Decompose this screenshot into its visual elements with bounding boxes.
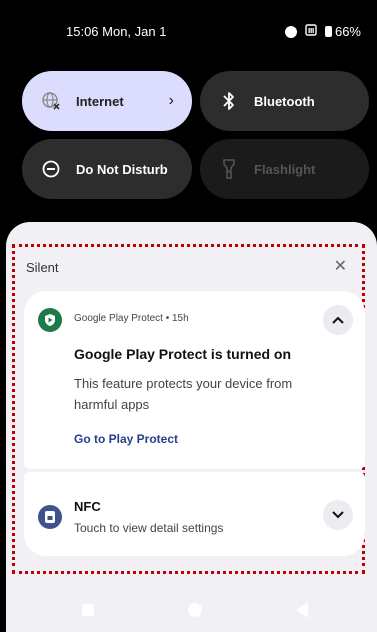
battery-indicator: 66% bbox=[324, 24, 361, 39]
play-protect-icon bbox=[38, 308, 62, 332]
minus-circle-icon bbox=[40, 160, 62, 178]
nfc-body: Touch to view detail settings bbox=[74, 521, 224, 535]
tile-flashlight[interactable]: Flashlight bbox=[200, 139, 369, 199]
notification-app-line: Google Play Protect • 15h bbox=[74, 313, 189, 324]
globe-x-icon bbox=[40, 91, 62, 111]
recents-button[interactable] bbox=[82, 604, 94, 616]
tile-bluetooth-label: Bluetooth bbox=[254, 93, 315, 109]
tile-internet[interactable]: Internet › bbox=[22, 71, 192, 131]
nfc-title: NFC bbox=[74, 499, 101, 514]
tile-flashlight-label: Flashlight bbox=[254, 161, 316, 177]
bluetooth-icon bbox=[218, 91, 240, 111]
battery-icon bbox=[324, 26, 332, 37]
expand-notification-button[interactable] bbox=[323, 500, 353, 530]
section-title-silent: Silent bbox=[26, 260, 59, 275]
notification-body: This feature protects your device from h… bbox=[74, 376, 293, 412]
notification-title: Google Play Protect is turned on bbox=[74, 346, 292, 362]
go-to-play-protect-button[interactable]: Go to Play Protect bbox=[74, 432, 178, 446]
back-button[interactable] bbox=[296, 602, 308, 618]
nfc-icon bbox=[38, 505, 62, 529]
battery-percent: 66% bbox=[334, 24, 361, 39]
tile-internet-label: Internet bbox=[76, 93, 124, 109]
notification-app-name: Google Play Protect bbox=[74, 313, 163, 324]
tile-do-not-disturb[interactable]: Do Not Disturb bbox=[22, 139, 192, 199]
flashlight-icon bbox=[218, 159, 240, 179]
notification-play-protect[interactable]: Google Play Protect • 15h Google Play Pr… bbox=[24, 291, 365, 469]
chevron-up-icon bbox=[332, 311, 344, 329]
navigation-bar bbox=[0, 596, 377, 626]
clear-silent-button[interactable]: ✕ bbox=[334, 256, 347, 276]
collapse-notification-button[interactable] bbox=[323, 305, 353, 335]
chevron-down-icon bbox=[332, 506, 344, 524]
chevron-right-icon: › bbox=[168, 92, 174, 109]
status-icons: 66% bbox=[284, 24, 361, 39]
tile-bluetooth[interactable]: Bluetooth bbox=[200, 71, 369, 131]
sim-icon bbox=[305, 24, 317, 39]
record-dot-icon bbox=[284, 25, 297, 38]
tile-dnd-label: Do Not Disturb bbox=[76, 161, 168, 177]
status-time: 15:06 Mon, Jan 1 bbox=[66, 24, 167, 39]
status-bar: 15:06 Mon, Jan 1 66% bbox=[0, 0, 377, 60]
notification-time: 15h bbox=[172, 313, 189, 324]
notification-nfc[interactable]: NFC Touch to view detail settings bbox=[24, 472, 365, 556]
home-button[interactable] bbox=[188, 603, 202, 617]
